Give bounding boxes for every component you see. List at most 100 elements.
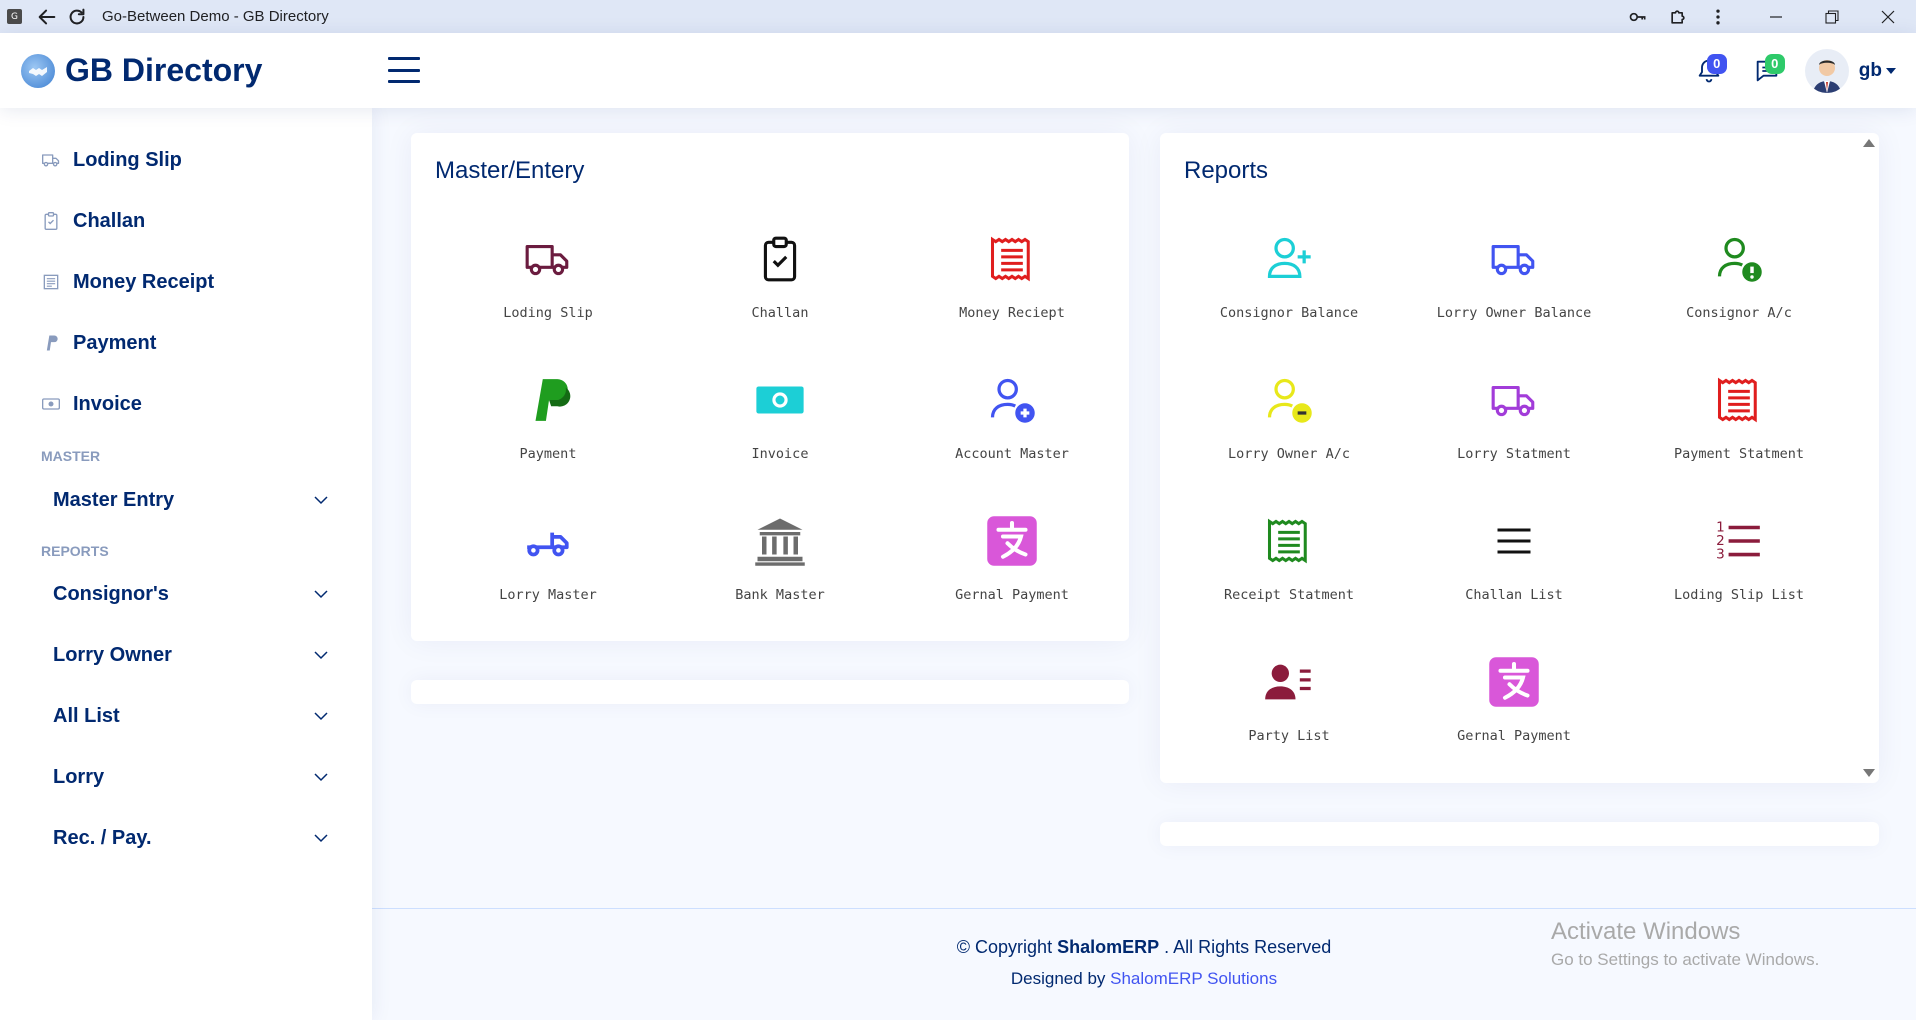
cash-icon	[752, 372, 808, 428]
tile-money-reciept[interactable]: Money Reciept	[907, 231, 1117, 341]
sidebar-item-rec-pay[interactable]: Rec. / Pay.	[53, 818, 329, 858]
extensions-button[interactable]	[1658, 0, 1698, 33]
sidebar-item-master-entry[interactable]: Master Entry	[53, 480, 329, 520]
tile-label: Bank Master	[735, 587, 825, 603]
designed-by-label: Designed by	[1010, 969, 1106, 988]
windows-activation-watermark: Activate Windows Go to Settings to activ…	[1551, 918, 1819, 970]
messages-button[interactable]: 0	[1747, 51, 1787, 91]
sidebar-item-label: Loding Slip	[73, 148, 182, 171]
notifications-button[interactable]: 0	[1689, 51, 1729, 91]
sidebar-item-consignors[interactable]: Consignor's	[53, 574, 329, 614]
messages-badge: 0	[1764, 53, 1785, 74]
sidebar-toggle-button[interactable]	[388, 57, 420, 83]
scroll-up-arrow-icon[interactable]	[1863, 139, 1875, 147]
person-plus-icon	[984, 372, 1040, 428]
tile-lorry-owner-balance[interactable]: Lorry Owner Balance	[1409, 231, 1619, 341]
chevron-down-icon[interactable]	[1886, 67, 1896, 74]
chevron-down-icon	[313, 492, 329, 508]
master-card-title: Master/Entery	[435, 157, 585, 184]
logo[interactable]: GB Directory	[21, 52, 262, 89]
app-header: GB Directory 0 0 gb	[0, 33, 1916, 108]
tile-challan-list[interactable]: Challan List	[1409, 513, 1619, 623]
receipt-icon	[984, 231, 1040, 287]
watermark-title: Activate Windows	[1551, 918, 1741, 945]
notifications-badge: 0	[1706, 53, 1727, 74]
tile-label: Consignor Balance	[1219, 305, 1359, 321]
scroll-down-arrow-icon[interactable]	[1863, 769, 1875, 777]
chevron-down-icon	[313, 586, 329, 602]
tile-challan[interactable]: Challan	[675, 231, 885, 341]
sidebar-item-label: Lorry Owner	[53, 643, 172, 666]
hamburger-line	[388, 80, 420, 83]
chevron-down-icon	[313, 830, 329, 846]
designer-link[interactable]: ShalomERP Solutions	[1110, 969, 1277, 988]
restore-icon	[1825, 9, 1839, 24]
brand-name: ShalomERP	[1057, 937, 1160, 957]
tile-label: Challan	[751, 305, 809, 321]
sidebar-item-payment[interactable]: Payment	[40, 323, 156, 363]
tile-loding-slip-list[interactable]: 123 Loding Slip List	[1634, 513, 1844, 623]
sidebar-item-lorry-owner[interactable]: Lorry Owner	[53, 635, 329, 675]
tile-gernal-payment-report[interactable]: Gernal Payment	[1409, 654, 1619, 764]
sidebar-item-lorry[interactable]: Lorry	[53, 757, 329, 797]
user-name[interactable]: gb	[1859, 60, 1882, 82]
reports-heading: REPORTS	[41, 543, 109, 559]
copyright-suffix: . All Rights Reserved	[1164, 937, 1332, 957]
close-icon	[1881, 10, 1895, 23]
receipt-icon	[1711, 372, 1767, 428]
tile-payment[interactable]: Payment	[443, 372, 653, 482]
tile-receipt-statment[interactable]: Receipt Statment	[1184, 513, 1394, 623]
tile-lorry-owner-ac[interactable]: Lorry Owner A/c	[1184, 372, 1394, 482]
designed-by: Designed by ShalomERP Solutions	[372, 969, 1916, 989]
tile-loding-slip[interactable]: Loding Slip	[443, 231, 653, 341]
hamburger-line	[388, 57, 420, 60]
minimize-button[interactable]	[1748, 0, 1804, 33]
password-key-button[interactable]	[1618, 0, 1658, 33]
tile-consignor-ac[interactable]: Consignor A/c	[1634, 231, 1844, 341]
sidebar-item-label: All List	[53, 704, 120, 727]
sidebar-item-label: Master Entry	[53, 488, 175, 511]
handshake-logo-icon	[21, 53, 55, 88]
tile-lorry-statment[interactable]: Lorry Statment	[1409, 372, 1619, 482]
kebab-menu-icon	[1716, 9, 1720, 24]
tile-payment-statment[interactable]: Payment Statment	[1634, 372, 1844, 482]
person-plus-icon	[1261, 231, 1317, 287]
tile-consignor-balance[interactable]: Consignor Balance	[1184, 231, 1394, 341]
close-button[interactable]	[1860, 0, 1916, 33]
browser-menu-button[interactable]	[1698, 0, 1738, 33]
app-icon: G	[7, 9, 22, 24]
truck-icon	[1486, 372, 1542, 428]
watermark-subtitle: Go to Settings to activate Windows.	[1551, 950, 1820, 969]
browser-title: Go-Between Demo - GB Directory	[102, 8, 329, 25]
sidebar-item-label: Challan	[73, 209, 146, 232]
svg-text:3: 3	[1716, 547, 1725, 563]
sidebar-item-all-list[interactable]: All List	[53, 696, 329, 736]
cash-icon	[40, 394, 61, 415]
bank-icon	[752, 513, 808, 569]
tile-bank-master[interactable]: Bank Master	[675, 513, 885, 623]
tile-account-master[interactable]: Account Master	[907, 372, 1117, 482]
reload-icon	[69, 8, 85, 24]
avatar[interactable]	[1804, 48, 1849, 93]
receipt-icon	[40, 272, 61, 293]
chevron-down-icon	[313, 708, 329, 724]
back-button[interactable]	[32, 2, 62, 32]
reload-button[interactable]	[62, 2, 92, 32]
tile-party-list[interactable]: Party List	[1184, 654, 1394, 764]
truck-icon	[40, 150, 61, 171]
reports-card: Reports Consignor Balance Lorry Owner Ba…	[1160, 133, 1879, 783]
minimize-icon	[1770, 15, 1782, 18]
logo-text: GB Directory	[65, 52, 263, 88]
tile-label: Gernal Payment	[955, 587, 1069, 603]
master-card-footer-strip	[411, 680, 1129, 704]
sidebar-item-loding-slip[interactable]: Loding Slip	[40, 140, 182, 180]
tile-gernal-payment[interactable]: Gernal Payment	[907, 513, 1117, 623]
sidebar-item-challan[interactable]: Challan	[40, 201, 145, 241]
clipboard-check-icon	[40, 211, 61, 232]
tile-invoice[interactable]: Invoice	[675, 372, 885, 482]
tile-lorry-master[interactable]: Lorry Master	[443, 513, 653, 623]
restore-button[interactable]	[1804, 0, 1860, 33]
sidebar-item-invoice[interactable]: Invoice	[40, 384, 142, 424]
truck-flatbed-icon	[520, 513, 576, 569]
sidebar-item-money-receipt[interactable]: Money Receipt	[40, 262, 214, 302]
